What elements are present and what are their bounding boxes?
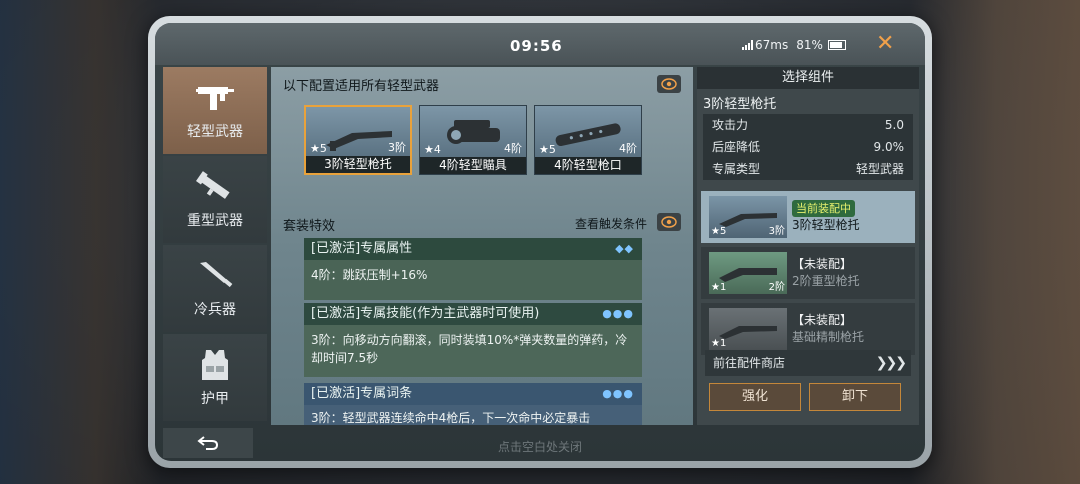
chevron-right-icon: ❯❯❯	[875, 355, 907, 371]
star-rating: ★4	[424, 143, 441, 156]
set-effects-title: 套装特效	[283, 219, 336, 234]
sidebar-item-label: 轻型武器	[187, 123, 243, 140]
more-dots-icon: ◆◆	[615, 242, 634, 255]
more-dots-icon: ●●●	[602, 307, 634, 320]
battery-icon	[827, 40, 846, 50]
sidebar-item-light-weapons[interactable]: 轻型武器	[163, 67, 267, 154]
sidebar-item-armor[interactable]: 护甲	[163, 334, 267, 421]
equipped-badge: 当前装配中	[792, 200, 855, 217]
background-left	[0, 0, 160, 484]
goto-parts-shop-link[interactable]: 前往配件商店 ❯❯❯	[705, 350, 911, 376]
background-right	[910, 0, 1080, 484]
rocket-launcher-icon	[195, 170, 230, 199]
stats-table: 攻击力 5.0 后座降低 9.0% 专属类型 轻型武器	[703, 114, 913, 180]
component-item-equipped[interactable]: ★5 3阶 当前装配中 3阶轻型枪托	[701, 191, 915, 243]
sidebar-item-label: 冷兵器	[194, 301, 236, 318]
effect-header: [已激活]专属词条	[311, 386, 413, 401]
stock-icon	[326, 131, 392, 151]
unequip-button[interactable]: 卸下	[809, 383, 901, 411]
component-select-panel: 选择组件 3阶轻型枪托 攻击力 5.0 后座降低 9.0% 专属类型 轻型武器 ★5 3…	[697, 67, 919, 425]
panel-title: 选择组件	[697, 67, 919, 89]
screen: 09:56 67ms 81% ✕ 轻型武器 重型武器 冷兵器 护甲 以下配置适用…	[155, 23, 925, 461]
effect-header: [已激活]专属属性	[311, 241, 413, 256]
component-state: 【未装配】	[792, 257, 853, 271]
eye-icon[interactable]	[657, 75, 681, 93]
component-name: 2阶重型枪托	[792, 274, 860, 288]
knife-icon	[200, 261, 233, 287]
device-frame: 09:56 67ms 81% ✕ 轻型武器 重型武器 冷兵器 护甲 以下配置适用…	[148, 16, 932, 468]
view-trigger-conditions-link[interactable]: 查看触发条件	[575, 215, 647, 232]
effect-exclusive-attribute: [已激活]专属属性 ◆◆ 4阶：跳跃压制+16%	[304, 238, 642, 300]
effect-body: 4阶：跳跃压制+16%	[304, 260, 642, 300]
slot-stock[interactable]: ★5 3阶 3阶轻型枪托	[304, 105, 412, 175]
more-dots-icon: ●●●	[602, 387, 634, 400]
effect-exclusive-skill: [已激活]专属技能(作为主武器时可使用) ●●● 3阶：向移动方向翻滚，同时装填1…	[304, 303, 642, 377]
signal-icon	[742, 40, 753, 50]
panel-title: 以下配置适用所有轻型武器	[283, 79, 440, 94]
component-state: 【未装配】	[792, 313, 853, 327]
close-hint[interactable]: 点击空白处关闭	[155, 438, 925, 455]
sidebar-item-melee[interactable]: 冷兵器	[163, 245, 267, 332]
effect-exclusive-entry: [已激活]专属词条 ●●● 3阶：轻型武器连续命中4枪后，下一次命中必定暴击	[304, 383, 642, 425]
slot-muzzle[interactable]: ★5 4阶 4阶轻型枪口	[534, 105, 642, 175]
equipment-slots: ★5 3阶 3阶轻型枪托 ★4 4阶 4阶轻型瞄具 ★5 4阶 4阶轻型枪口	[304, 105, 642, 175]
weapon-category-sidebar: 轻型武器 重型武器 冷兵器 护甲	[163, 67, 267, 425]
selected-component-name: 3阶轻型枪托	[703, 97, 777, 112]
component-name: 3阶轻型枪托	[792, 218, 860, 232]
component-item[interactable]: ★1 【未装配】 基础精制枪托	[701, 303, 915, 355]
component-thumbnail: ★1	[709, 308, 787, 350]
sidebar-item-label: 重型武器	[187, 212, 243, 229]
component-item[interactable]: ★1 2阶 【未装配】 2阶重型枪托	[701, 247, 915, 299]
slot-name: 3阶轻型枪托	[306, 156, 410, 173]
close-icon[interactable]: ✕	[876, 31, 894, 56]
slot-name: 4阶轻型瞄具	[420, 157, 526, 174]
star-rating: ★5	[539, 143, 556, 156]
top-bar: 09:56 67ms 81% ✕	[155, 23, 925, 65]
effect-header: [已激活]专属技能(作为主武器时可使用)	[311, 306, 540, 321]
clock: 09:56	[510, 37, 563, 55]
slot-name: 4阶轻型枪口	[535, 157, 641, 174]
stat-row: 专属类型 轻型武器	[712, 162, 904, 176]
star-rating: ★5	[310, 142, 327, 155]
sight-icon	[447, 120, 500, 144]
armor-vest-icon	[202, 349, 228, 380]
sidebar-item-heavy-weapons[interactable]: 重型武器	[163, 156, 267, 243]
component-thumbnail: ★5 3阶	[709, 196, 787, 238]
stat-row: 攻击力 5.0	[712, 118, 904, 132]
component-name: 基础精制枪托	[792, 330, 865, 344]
eye-icon[interactable]	[657, 213, 681, 231]
effect-body: 3阶：向移动方向翻滚，同时装填10%*弹夹数量的弹药，冷却时间7.5秒	[304, 325, 642, 377]
effect-body: 3阶：轻型武器连续命中4枪后，下一次命中必定暴击	[304, 405, 642, 425]
status-indicators: 67ms 81%	[742, 38, 846, 52]
ping-text: 67ms	[755, 38, 789, 52]
tier-label: 4阶	[619, 142, 637, 155]
tier-label: 3阶	[388, 141, 406, 154]
sidebar-item-label: 护甲	[201, 390, 229, 407]
enhance-button[interactable]: 强化	[709, 383, 801, 411]
stat-row: 后座降低 9.0%	[712, 140, 904, 154]
component-thumbnail: ★1 2阶	[709, 252, 787, 294]
smg-icon	[196, 86, 234, 110]
battery-text: 81%	[796, 38, 823, 52]
tier-label: 4阶	[504, 142, 522, 155]
loadout-panel: 以下配置适用所有轻型武器 ★5 3阶 3阶轻型枪托 ★4 4阶 4阶轻型瞄具 ★…	[271, 67, 693, 425]
slot-sight[interactable]: ★4 4阶 4阶轻型瞄具	[419, 105, 527, 175]
muzzle-icon	[555, 123, 621, 147]
